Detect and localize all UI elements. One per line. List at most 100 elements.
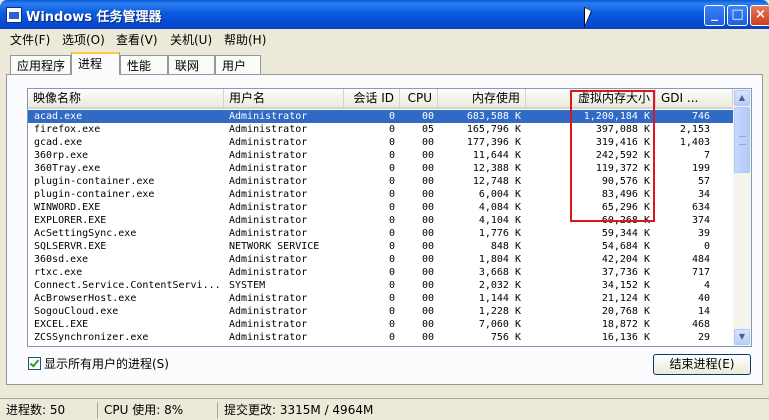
cell-gdi-objects: 7 [703,150,710,161]
table-row[interactable]: WINWORD.EXE Administrator 0 00 4,084 K 65,296… [28,201,733,214]
status-cpu-usage: CPU 使用: 8% [100,402,218,419]
cell-session-id: 0 [388,319,395,330]
cell-gdi-objects: 374 [691,215,710,226]
column-user-name[interactable]: 用户名 [224,89,344,109]
cell-image-name: firefox.exe [34,124,101,135]
cell-image-name: ZCSSynchronizer.exe [34,332,149,343]
cell-mem-usage: 6,004 K [478,189,521,200]
cell-cpu: 00 [421,176,434,187]
cell-image-name: 360Tray.exe [34,163,101,174]
menu-shutdown[interactable]: 关机(U) [170,31,212,48]
table-row[interactable]: AcSettingSync.exe Administrator 0 00 1,776 K… [28,227,733,240]
tab-processes[interactable]: 进程 [71,52,120,75]
cell-image-name: acad.exe [34,111,83,122]
cell-mem-usage: 2,032 K [478,280,521,291]
cell-virtual-memory: 1,200,184 K [583,111,650,122]
cell-cpu: 00 [421,254,434,265]
cell-session-id: 0 [388,111,395,122]
cell-gdi-objects: 2,153 [679,124,710,135]
table-row[interactable]: ZCSSynchronizer.exe Administrator 0 00 756 K… [28,331,733,344]
cell-cpu: 00 [421,280,434,291]
cell-virtual-memory: 60,268 K [601,215,650,226]
cell-mem-usage: 1,228 K [478,306,521,317]
minimize-button[interactable]: _ [704,5,725,26]
cell-virtual-memory: 83,496 K [601,189,650,200]
title-bar[interactable]: Windows 任务管理器 _ □ × [0,0,769,29]
process-list[interactable]: 映像名称 用户名 会话 ID CPU 内存使用 虚拟内存大小 GDI ... a… [27,88,752,347]
scroll-up-icon[interactable]: ▲ [734,90,750,106]
cell-mem-usage: 1,804 K [478,254,521,265]
table-row[interactable]: SogouCloud.exe Administrator 0 00 1,228 K 20,… [28,305,733,318]
tab-networking[interactable]: 联网 [168,55,215,74]
cell-mem-usage: 165,796 K [466,124,521,135]
table-row[interactable]: plugin-container.exe Administrator 0 00 12,7… [28,175,733,188]
cell-cpu: 00 [421,215,434,226]
end-process-button[interactable]: 结束进程(E) [653,354,751,375]
cell-cpu: 00 [421,332,434,343]
cell-gdi-objects: 34 [697,189,710,200]
table-row[interactable]: gcad.exe Administrator 0 00 177,396 K 319,416… [28,136,733,149]
cell-cpu: 00 [421,319,434,330]
table-row[interactable]: acad.exe Administrator 0 00 683,588 K 1,200,1… [28,110,733,123]
cell-session-id: 0 [388,228,395,239]
menu-options[interactable]: 选项(O) [62,31,105,48]
cell-image-name: Connect.Service.ContentServi... [34,280,219,291]
menu-view[interactable]: 查看(V) [116,31,158,48]
cell-image-name: AcBrowserHost.exe [34,293,137,304]
column-mem-usage[interactable]: 内存使用 [438,89,526,109]
column-session-id[interactable]: 会话 ID [344,89,400,109]
table-row[interactable]: 360rp.exe Administrator 0 00 11,644 K 242,592… [28,149,733,162]
table-row[interactable]: Connect.Service.ContentServi... SYSTEM 0 00… [28,279,733,292]
cell-virtual-memory: 59,344 K [601,228,650,239]
table-row[interactable]: 360sd.exe Administrator 0 00 1,804 K 42,204 K… [28,253,733,266]
cell-virtual-memory: 21,124 K [601,293,650,304]
cell-virtual-memory: 119,372 K [595,163,650,174]
column-image-name[interactable]: 映像名称 [28,89,224,109]
tab-users[interactable]: 用户 [215,55,261,74]
show-all-users-option[interactable]: 显示所有用户的进程(S) [28,355,169,372]
column-virtual-memory[interactable]: 虚拟内存大小 [526,89,656,109]
cell-image-name: plugin-container.exe [34,176,155,187]
cell-virtual-memory: 65,296 K [601,202,650,213]
cell-cpu: 00 [421,137,434,148]
table-row[interactable]: EXPLORER.EXE Administrator 0 00 4,104 K 60,26… [28,214,733,227]
table-row[interactable]: plugin-container.exe Administrator 0 00 6,00… [28,188,733,201]
table-row[interactable]: SQLSERVR.EXE NETWORK SERVICE 0 00 848 K 54,68… [28,240,733,253]
table-row[interactable]: firefox.exe Administrator 0 05 165,796 K 397,… [28,123,733,136]
cell-cpu: 00 [421,111,434,122]
cell-virtual-memory: 54,684 K [601,241,650,252]
cell-cpu: 00 [421,241,434,252]
cell-session-id: 0 [388,137,395,148]
scroll-thumb[interactable] [734,107,750,173]
close-button[interactable]: × [750,5,769,26]
table-row[interactable]: AcBrowserHost.exe Administrator 0 00 1,144 K… [28,292,733,305]
cell-gdi-objects: 746 [691,111,710,122]
table-row[interactable]: rtxc.exe Administrator 0 00 3,668 K 37,736 K7… [28,266,733,279]
cell-gdi-objects: 29 [697,332,710,343]
cell-cpu: 05 [421,124,434,135]
scroll-down-icon[interactable]: ▼ [734,329,750,345]
menu-help[interactable]: 帮助(H) [224,31,266,48]
cell-cpu: 00 [421,150,434,161]
process-rows: acad.exe Administrator 0 00 683,588 K 1,200,1… [28,110,733,344]
column-gdi-objects[interactable]: GDI ... [656,89,733,109]
cell-gdi-objects: 14 [697,306,710,317]
cell-session-id: 0 [388,176,395,187]
show-all-users-checkbox[interactable] [28,357,41,370]
mouse-cursor-fill [585,8,591,25]
tab-performance[interactable]: 性能 [120,55,168,74]
cell-image-name: SQLSERVR.EXE [34,241,107,252]
cell-mem-usage: 7,060 K [478,319,521,330]
cell-cpu: 00 [421,306,434,317]
column-cpu[interactable]: CPU [400,89,438,109]
tab-applications[interactable]: 应用程序 [10,55,71,74]
table-row[interactable]: EXCEL.EXE Administrator 0 00 7,060 K 18,872 K… [28,318,733,331]
menu-file[interactable]: 文件(F) [10,31,50,48]
window-title: Windows 任务管理器 [26,10,162,25]
table-row[interactable]: 360Tray.exe Administrator 0 00 12,388 K 119,3… [28,162,733,175]
cell-gdi-objects: 40 [697,293,710,304]
vertical-scrollbar[interactable]: ▲ ▼ [733,89,751,346]
cell-session-id: 0 [388,293,395,304]
maximize-button[interactable]: □ [727,5,748,26]
cell-session-id: 0 [388,332,395,343]
